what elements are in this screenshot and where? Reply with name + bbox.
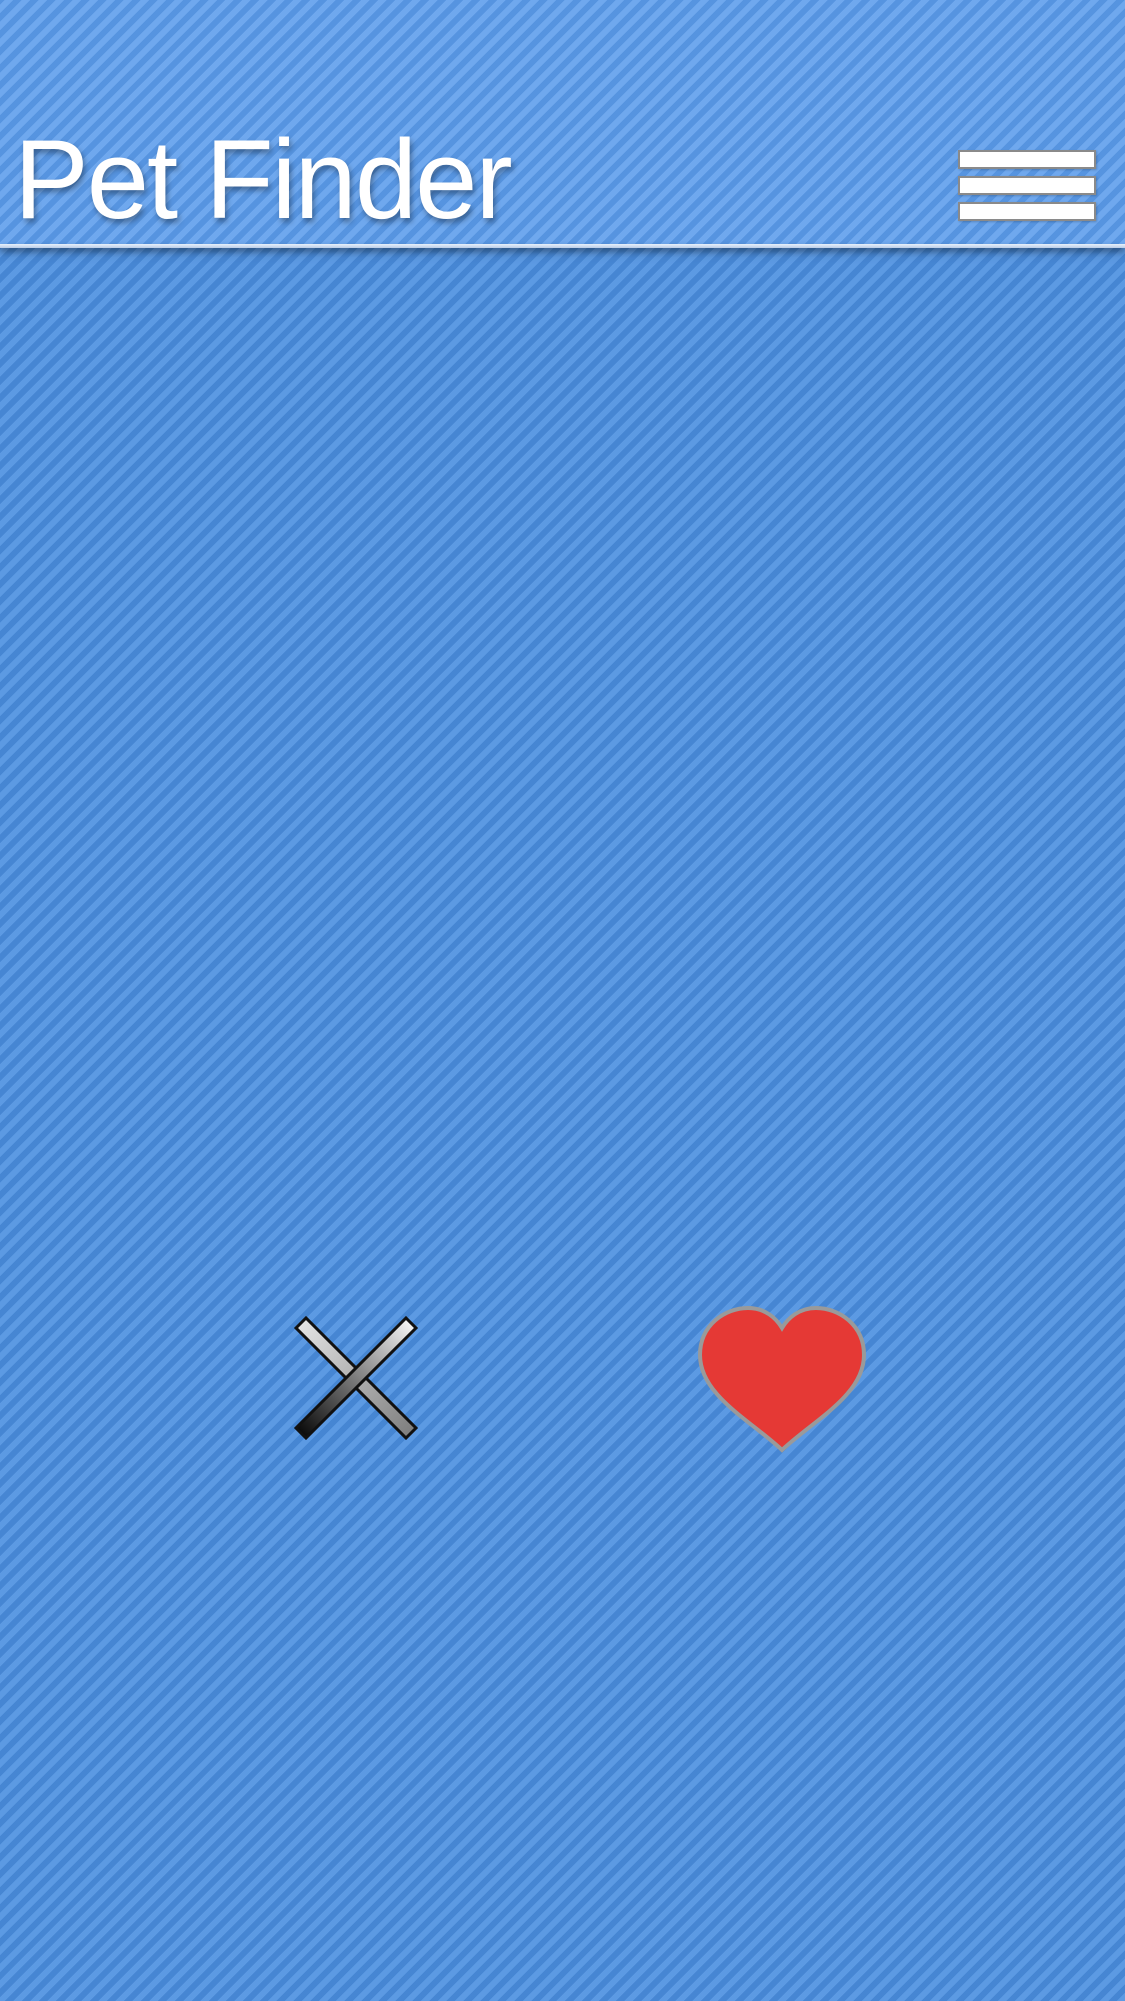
menu-button[interactable]: [956, 148, 1098, 226]
app-header: Pet Finder: [0, 0, 1125, 246]
hamburger-menu-icon: [958, 150, 1096, 169]
dismiss-button[interactable]: [286, 1308, 426, 1448]
header-divider: [0, 244, 1125, 248]
hamburger-menu-icon-bar: [958, 176, 1096, 195]
app-title: Pet Finder: [14, 117, 513, 242]
heart-icon: [697, 1305, 867, 1453]
like-button[interactable]: [690, 1300, 874, 1460]
hamburger-menu-icon-bar: [958, 202, 1096, 221]
close-icon: [293, 1315, 419, 1441]
